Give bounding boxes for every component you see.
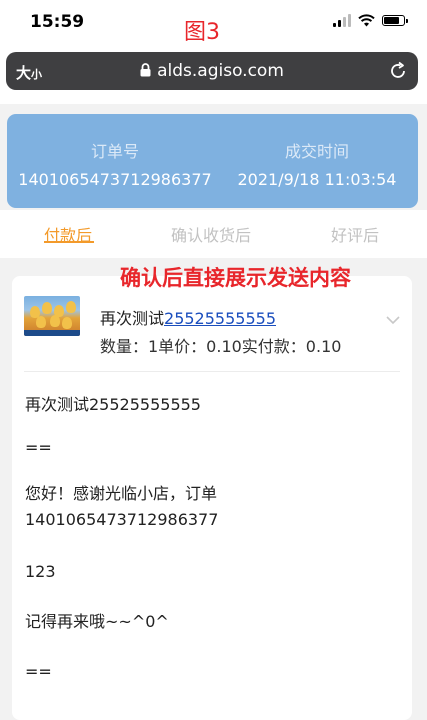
message-line: 您好！感谢光临小店，订单	[25, 484, 218, 503]
url-text: alds.agiso.com	[157, 61, 284, 81]
address-bar[interactable]: 大小 alds.agiso.com	[6, 52, 418, 90]
message-content: 再次测试25525555555 == 您好！感谢光临小店，订单 14010654…	[25, 392, 405, 685]
product-meta: 数量：1单价：0.10实付款：0.10	[100, 337, 342, 356]
figure-label: 图3	[184, 20, 220, 45]
chevron-down-icon[interactable]	[386, 316, 400, 325]
status-time: 15:59	[30, 12, 85, 32]
url-display[interactable]: alds.agiso.com	[6, 61, 418, 81]
battery-icon	[382, 15, 408, 26]
product-title: 再次测试25525555555	[100, 309, 276, 328]
message-line: 1401065473712986377	[25, 510, 219, 529]
message-line: 记得再来哦~~^0^	[25, 612, 169, 631]
product-thumbnail[interactable]	[24, 296, 80, 336]
signal-icon	[333, 14, 351, 27]
tab-bar: 付款后 确认收货后 好评后	[0, 210, 427, 258]
deal-time-label: 成交时间	[284, 142, 349, 161]
message-line: ==	[25, 662, 52, 681]
tab-after-review[interactable]: 好评后	[331, 222, 379, 246]
deal-time-value: 2021/9/18 11:03:54	[237, 170, 397, 189]
product-title-link[interactable]: 25525555555	[164, 309, 276, 328]
browser-toolbar: 大小 alds.agiso.com	[0, 48, 427, 104]
divider	[24, 371, 400, 372]
status-icons	[333, 14, 408, 27]
active-tab-indicator	[44, 241, 94, 243]
message-line: 123	[25, 562, 56, 581]
deal-time-block: 成交时间 2021/9/18 11:03:54	[217, 138, 417, 189]
order-number-label: 订单号	[90, 142, 139, 161]
tab-after-receipt[interactable]: 确认收货后	[171, 222, 251, 246]
lock-icon	[140, 63, 151, 77]
wifi-icon	[358, 14, 375, 27]
annotation-text: 确认后直接展示发送内容	[120, 266, 351, 290]
product-message-card: 再次测试25525555555 数量：1单价：0.10实付款：0.10 再次测试…	[12, 276, 412, 720]
order-number-value: 1401065473712986377	[18, 170, 212, 189]
status-bar: 15:59 图3	[0, 0, 427, 48]
order-summary-card: 订单号 1401065473712986377 成交时间 2021/9/18 1…	[7, 114, 418, 208]
message-line: ==	[25, 438, 52, 457]
order-number-block: 订单号 1401065473712986377	[15, 138, 215, 189]
reload-icon[interactable]	[388, 61, 408, 81]
message-line: 再次测试25525555555	[25, 395, 201, 414]
